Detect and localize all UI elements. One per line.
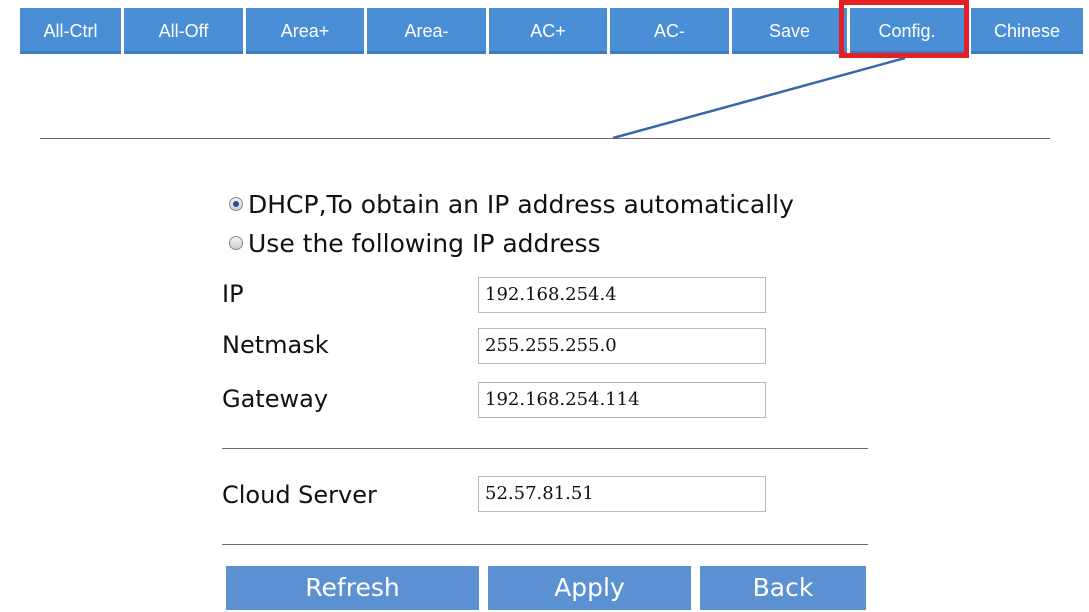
chinese-button[interactable]: Chinese [971, 8, 1083, 54]
cloud-server-label: Cloud Server [222, 481, 377, 509]
top-toolbar: All-Ctrl All-Off Area+ Area- AC+ AC- Sav… [0, 8, 1089, 54]
gateway-label: Gateway [222, 385, 329, 413]
ac-plus-button[interactable]: AC+ [489, 8, 607, 54]
top-separator [40, 138, 1050, 139]
middle-separator [222, 448, 868, 449]
ip-label: IP [222, 280, 244, 308]
cloud-server-input[interactable]: 52.57.81.51 [478, 476, 766, 512]
static-ip-radio-label: Use the following IP address [248, 228, 601, 258]
static-ip-radio-option[interactable]: Use the following IP address [229, 225, 601, 261]
radio-checked-icon[interactable] [229, 197, 243, 211]
gateway-input[interactable]: 192.168.254.114 [478, 382, 766, 418]
ip-input[interactable]: 192.168.254.4 [478, 277, 766, 313]
radio-unchecked-icon[interactable] [229, 236, 243, 250]
bottom-separator [222, 544, 868, 545]
area-plus-button[interactable]: Area+ [246, 8, 364, 54]
save-button[interactable]: Save [732, 8, 847, 54]
netmask-input[interactable]: 255.255.255.0 [478, 328, 766, 364]
dhcp-radio-label: DHCP,To obtain an IP address automatical… [248, 189, 794, 219]
ac-minus-button[interactable]: AC- [610, 8, 729, 54]
dhcp-radio-option[interactable]: DHCP,To obtain an IP address automatical… [229, 186, 794, 222]
netmask-label: Netmask [222, 331, 329, 359]
apply-button[interactable]: Apply [488, 566, 691, 610]
back-button[interactable]: Back [700, 566, 866, 610]
config-button[interactable]: Config. [850, 8, 964, 54]
all-ctrl-button[interactable]: All-Ctrl [20, 8, 121, 54]
area-minus-button[interactable]: Area- [367, 8, 486, 54]
callout-line [612, 56, 906, 140]
refresh-button[interactable]: Refresh [226, 566, 479, 610]
all-off-button[interactable]: All-Off [124, 8, 243, 54]
